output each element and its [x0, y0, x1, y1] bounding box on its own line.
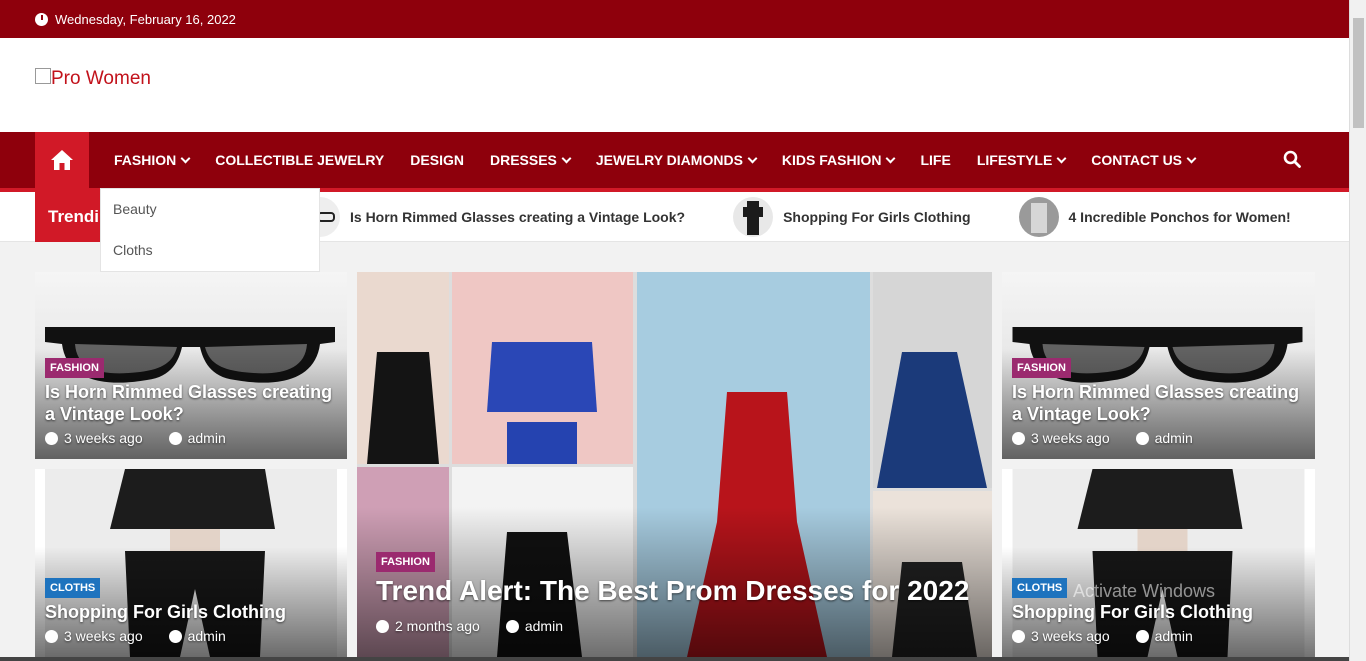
fashion-dropdown: Beauty Cloths [100, 188, 320, 272]
current-date: Wednesday, February 16, 2022 [55, 11, 236, 27]
chevron-down-icon [1186, 153, 1197, 163]
site-header: Pro Women [0, 38, 1349, 132]
chevron-down-icon [180, 153, 191, 163]
nav-item-lifestyle[interactable]: LIFESTYLE [964, 152, 1078, 168]
trending-label: Trending [35, 192, 110, 242]
trending-thumbnail [1018, 197, 1059, 237]
trending-item-title: Shopping For Girls Clothing [783, 209, 971, 225]
logo-text: Pro Women [51, 68, 151, 89]
chevron-down-icon [1056, 153, 1067, 163]
clock-icon [1012, 629, 1025, 643]
user-icon [168, 629, 182, 643]
post-author[interactable]: admin [188, 430, 226, 446]
post-author[interactable]: admin [1155, 430, 1193, 446]
bottom-edge [0, 657, 1349, 661]
trending-item[interactable]: 4 Incredible Ponchos for Women! [1018, 197, 1291, 237]
post-meta: 2 months ago admin [376, 618, 563, 634]
user-icon [505, 619, 519, 633]
clock-icon [1012, 431, 1025, 445]
chevron-down-icon [747, 153, 758, 163]
dropdown-item-beauty[interactable]: Beauty [101, 189, 319, 230]
nav-item-fashion[interactable]: FASHION [101, 152, 202, 168]
nav-item-dresses[interactable]: DRESSES [477, 152, 583, 168]
nav-label: JEWELRY DIAMONDS [595, 152, 743, 168]
post-time: 3 weeks ago [1031, 430, 1110, 446]
trending-item-title: Is Horn Rimmed Glasses creating a Vintag… [350, 209, 686, 225]
post-title[interactable]: Is Horn Rimmed Glasses creating a Vintag… [1012, 381, 1312, 425]
category-badge[interactable]: FASHION [45, 358, 104, 378]
post-meta: 3 weeks ago admin [1012, 628, 1193, 644]
post-card-left-top[interactable]: FASHION Is Horn Rimmed Glasses creating … [35, 272, 347, 459]
post-card-left-bottom[interactable]: CLOTHS Shopping For Girls Clothing 3 wee… [35, 469, 347, 657]
post-title[interactable]: Is Horn Rimmed Glasses creating a Vintag… [45, 381, 345, 425]
post-card-right-top[interactable]: FASHION Is Horn Rimmed Glasses creating … [1002, 272, 1315, 459]
nav-menu: FASHION COLLECTIBLE JEWELRY DESIGN DRESS… [101, 132, 1208, 188]
trending-item[interactable]: Is Horn Rimmed Glasses creating a Vintag… [318, 197, 685, 237]
nav-item-life[interactable]: LIFE [907, 152, 963, 168]
nav-item-design[interactable]: DESIGN [397, 152, 477, 168]
broken-image-icon [35, 68, 51, 84]
post-meta: 3 weeks ago admin [45, 628, 226, 644]
nav-label: LIFESTYLE [976, 152, 1053, 168]
home-button[interactable] [35, 132, 89, 188]
main-nav: FASHION COLLECTIBLE JEWELRY DESIGN DRESS… [0, 132, 1349, 192]
scrollbar-thumb[interactable] [1353, 18, 1364, 128]
post-time: 2 months ago [395, 618, 480, 634]
post-title[interactable]: Shopping For Girls Clothing [45, 601, 345, 623]
featured-post-title[interactable]: Trend Alert: The Best Prom Dresses for 2… [376, 574, 976, 608]
nav-label: KIDS FASHION [781, 152, 882, 168]
nav-label: LIFE [920, 152, 951, 168]
trending-thumbnail [733, 197, 774, 237]
home-icon [51, 150, 73, 170]
category-badge[interactable]: CLOTHS [1012, 578, 1068, 598]
chevron-down-icon [561, 153, 572, 163]
user-icon [1135, 431, 1149, 445]
search-icon[interactable] [1283, 150, 1301, 168]
clock-icon [45, 431, 58, 445]
category-badge[interactable]: FASHION [376, 552, 435, 572]
nav-label: DESIGN [410, 152, 464, 168]
post-meta: 3 weeks ago admin [1012, 430, 1193, 446]
activate-windows-watermark: Activate Windows [1073, 581, 1216, 601]
nav-label: DRESSES [489, 152, 557, 168]
featured-post-card[interactable]: FASHION Trend Alert: The Best Prom Dress… [357, 272, 992, 657]
post-meta: 3 weeks ago admin [45, 430, 226, 446]
trending-item[interactable]: Shopping For Girls Clothing [733, 197, 971, 237]
post-time: 3 weeks ago [64, 430, 143, 446]
clock-icon [45, 629, 58, 643]
post-author[interactable]: admin [525, 618, 563, 634]
nav-label: FASHION [114, 152, 177, 168]
trending-thumbnail [318, 197, 340, 237]
nav-label: COLLECTIBLE JEWELRY [215, 152, 385, 168]
post-time: 3 weeks ago [64, 628, 143, 644]
nav-label: CONTACT US [1091, 152, 1183, 168]
user-icon [1135, 629, 1149, 643]
page-scrollbar[interactable] [1349, 0, 1366, 661]
category-badge[interactable]: CLOTHS [45, 578, 101, 598]
trending-ticker: Is Horn Rimmed Glasses creating a Vintag… [318, 196, 1339, 238]
post-time: 3 weeks ago [1031, 628, 1110, 644]
chevron-down-icon [886, 153, 896, 163]
clock-icon [376, 619, 389, 633]
post-author[interactable]: admin [1155, 628, 1193, 644]
post-card-right-bottom[interactable]: CLOTHS Shopping For Girls Clothing 3 wee… [1002, 469, 1315, 657]
top-bar: Wednesday, February 16, 2022 [0, 0, 1349, 38]
trending-item-title: 4 Incredible Ponchos for Women! [1068, 209, 1291, 225]
site-logo[interactable]: Pro Women [35, 68, 151, 90]
nav-item-contact-us[interactable]: CONTACT US [1078, 152, 1208, 168]
post-author[interactable]: admin [188, 628, 226, 644]
clock-icon [35, 12, 48, 26]
nav-item-collectible-jewelry[interactable]: COLLECTIBLE JEWELRY [202, 152, 397, 168]
post-title[interactable]: Shopping For Girls Clothing [1012, 601, 1312, 623]
nav-item-kids-fashion[interactable]: KIDS FASHION [769, 152, 908, 168]
nav-item-jewelry-diamonds[interactable]: JEWELRY DIAMONDS [583, 152, 769, 168]
category-badge[interactable]: FASHION [1012, 358, 1071, 378]
dropdown-item-cloths[interactable]: Cloths [101, 230, 319, 271]
user-icon [168, 431, 182, 445]
